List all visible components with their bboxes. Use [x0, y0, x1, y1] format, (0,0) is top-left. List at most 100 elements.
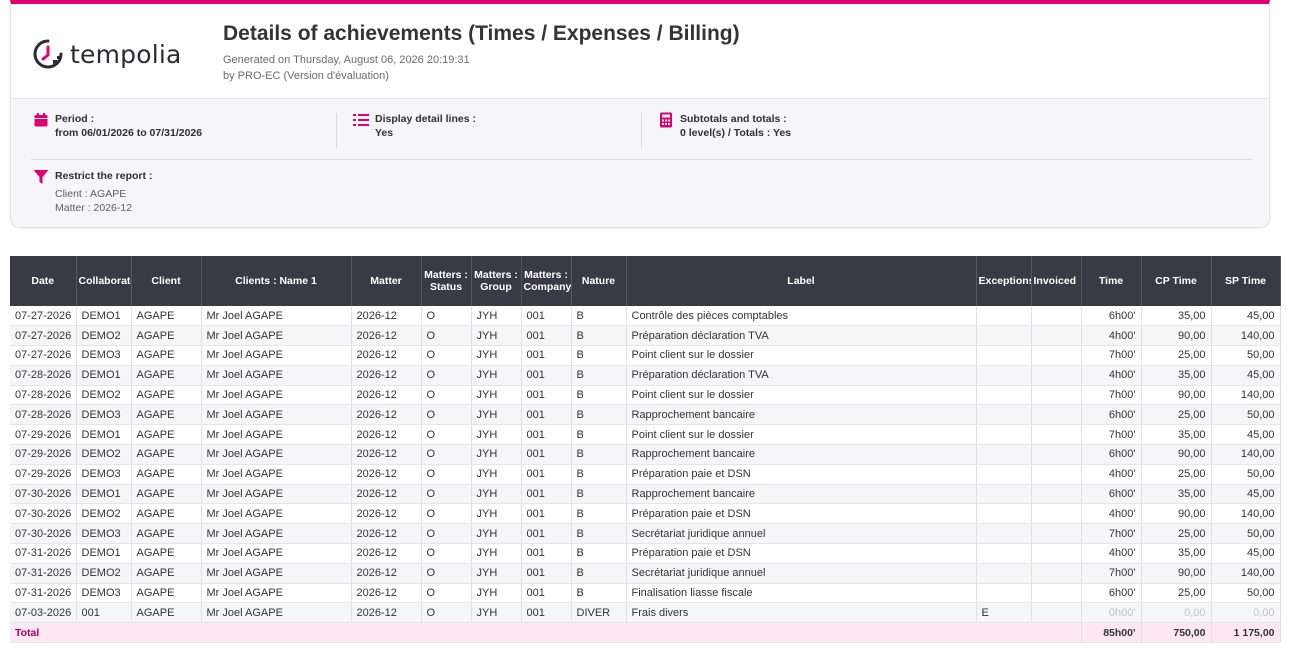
table-row[interactable]: 07-31-2026 DEMO3 AGAPE Mr Joel AGAPE 2026-12… [10, 583, 1281, 604]
cell-date: 07-03-2026 [10, 602, 77, 624]
cell-date: 07-30-2026 [10, 523, 77, 545]
cell-nature: B [571, 345, 627, 366]
column-header-matter-group[interactable]: Matters : Group [471, 256, 522, 306]
cell-matter-group: JYH [471, 424, 522, 446]
cell-label: Préparation paie et DSN [626, 543, 977, 564]
table-row[interactable]: 07-31-2026 DEMO1 AGAPE Mr Joel AGAPE 2026-12… [10, 543, 1281, 564]
cell-sp-time: 140,00 [1211, 444, 1281, 465]
column-header-exceptions[interactable]: Exceptions [976, 256, 1032, 306]
table-row[interactable]: 07-03-2026 001 AGAPE Mr Joel AGAPE 2026-12 O J… [10, 602, 1281, 624]
cell-client: AGAPE [131, 306, 202, 327]
cell-matter-group: JYH [471, 325, 522, 347]
table-row[interactable]: 07-27-2026 DEMO1 AGAPE Mr Joel AGAPE 2026-12… [10, 306, 1281, 327]
table-row[interactable]: 07-29-2026 DEMO3 AGAPE Mr Joel AGAPE 2026-12… [10, 464, 1281, 485]
cell-matter: 2026-12 [351, 503, 422, 525]
cell-date: 07-31-2026 [10, 563, 77, 584]
cell-date: 07-30-2026 [10, 503, 77, 525]
table-row[interactable]: 07-28-2026 DEMO3 AGAPE Mr Joel AGAPE 2026-12… [10, 404, 1281, 426]
cell-matter: 2026-12 [351, 444, 422, 465]
column-header-invoiced[interactable]: Invoiced [1031, 256, 1082, 306]
table-row[interactable]: 07-28-2026 DEMO2 AGAPE Mr Joel AGAPE 2026-12… [10, 385, 1281, 406]
table-row[interactable]: 07-27-2026 DEMO2 AGAPE Mr Joel AGAPE 2026-12… [10, 325, 1281, 347]
cell-sp-time: 45,00 [1211, 484, 1281, 505]
cell-matter: 2026-12 [351, 543, 422, 564]
cell-exceptions [976, 306, 1032, 327]
cell-collaborator: DEMO2 [76, 385, 132, 406]
cell-matter-status: O [421, 523, 472, 545]
cell-matter-status: O [421, 424, 472, 446]
column-header-time[interactable]: Time [1081, 256, 1142, 306]
column-header-date[interactable]: Date [10, 256, 77, 306]
column-header-collaborator[interactable]: Collaborator [76, 256, 132, 306]
table-row[interactable]: 07-30-2026 DEMO2 AGAPE Mr Joel AGAPE 2026-12… [10, 503, 1281, 525]
cell-cp-time: 35,00 [1141, 484, 1212, 505]
cell-collaborator: DEMO2 [76, 563, 132, 584]
column-header-matter[interactable]: Matter [351, 256, 422, 306]
table-row[interactable]: 07-27-2026 DEMO3 AGAPE Mr Joel AGAPE 2026-12… [10, 345, 1281, 366]
cell-nature: B [571, 503, 627, 525]
cell-sp-time: 140,00 [1211, 325, 1281, 347]
filter-icon [33, 170, 49, 184]
restrict-label: Restrict the report : [55, 170, 153, 182]
cell-time: 7h00' [1081, 385, 1142, 406]
cell-invoiced [1031, 563, 1082, 584]
column-header-nature[interactable]: Nature [571, 256, 627, 306]
table-row[interactable]: 07-29-2026 DEMO2 AGAPE Mr Joel AGAPE 2026-12… [10, 444, 1281, 465]
cell-client-name: Mr Joel AGAPE [201, 365, 352, 386]
cell-exceptions [976, 444, 1032, 465]
table-row[interactable]: 07-29-2026 DEMO1 AGAPE Mr Joel AGAPE 2026-12… [10, 424, 1281, 446]
cell-matter: 2026-12 [351, 345, 422, 366]
cell-date: 07-28-2026 [10, 365, 77, 386]
cell-matter-status: O [421, 464, 472, 485]
detail-lines-block: Display detail lines : Yes [351, 112, 476, 148]
column-header-sp-time[interactable]: SP Time [1211, 256, 1281, 306]
cell-matter-company: 001 [521, 583, 572, 604]
restrict-block: Restrict the report : Client : AGAPE Mat… [31, 169, 152, 215]
cell-cp-time: 35,00 [1141, 365, 1212, 386]
restrict-matter: Matter : 2026-12 [55, 202, 133, 214]
cell-client-name: Mr Joel AGAPE [201, 602, 352, 624]
table-row[interactable]: 07-31-2026 DEMO2 AGAPE Mr Joel AGAPE 2026-12… [10, 563, 1281, 584]
cell-matter-status: O [421, 385, 472, 406]
cell-time: 7h00' [1081, 563, 1142, 584]
cell-matter-company: 001 [521, 484, 572, 505]
column-header-client-name[interactable]: Clients : Name 1 [201, 256, 352, 306]
cell-matter-company: 001 [521, 602, 572, 624]
cell-label: Point client sur le dossier [626, 345, 977, 366]
cell-client: AGAPE [131, 345, 202, 366]
cell-matter: 2026-12 [351, 424, 422, 446]
cell-client: AGAPE [131, 484, 202, 505]
cell-matter: 2026-12 [351, 385, 422, 406]
column-header-cp-time[interactable]: CP Time [1141, 256, 1212, 306]
cell-exceptions [976, 563, 1032, 584]
cell-cp-time: 25,00 [1141, 523, 1212, 545]
column-header-matter-status[interactable]: Matters : Status [421, 256, 472, 306]
cell-nature: DIVER [571, 602, 627, 624]
cell-label: Rapprochement bancaire [626, 444, 977, 465]
cell-client-name: Mr Joel AGAPE [201, 404, 352, 426]
cell-matter-company: 001 [521, 464, 572, 485]
table-row[interactable]: 07-30-2026 DEMO1 AGAPE Mr Joel AGAPE 2026-12… [10, 484, 1281, 505]
table-row[interactable]: 07-28-2026 DEMO1 AGAPE Mr Joel AGAPE 2026-12… [10, 365, 1281, 386]
table-row[interactable]: 07-30-2026 DEMO3 AGAPE Mr Joel AGAPE 2026-12… [10, 523, 1281, 545]
cell-client: AGAPE [131, 385, 202, 406]
cell-matter-status: O [421, 583, 472, 604]
cell-collaborator: DEMO3 [76, 345, 132, 366]
divider [31, 159, 1251, 160]
separator [336, 113, 337, 149]
cell-client: AGAPE [131, 424, 202, 446]
column-header-label[interactable]: Label [626, 256, 977, 306]
cell-sp-time: 0,00 [1211, 602, 1281, 624]
cell-label: Préparation déclaration TVA [626, 365, 977, 386]
tempolia-logo: tempolia [32, 34, 182, 74]
cell-matter-group: JYH [471, 345, 522, 366]
cell-client-name: Mr Joel AGAPE [201, 464, 352, 485]
cell-time: 4h00' [1081, 325, 1142, 347]
cell-matter-group: JYH [471, 503, 522, 525]
cell-nature: B [571, 404, 627, 426]
cell-date: 07-28-2026 [10, 385, 77, 406]
cell-exceptions: E [976, 602, 1032, 624]
column-header-matter-company[interactable]: Matters : Company [521, 256, 572, 306]
column-header-client[interactable]: Client [131, 256, 202, 306]
cell-matter-status: O [421, 543, 472, 564]
